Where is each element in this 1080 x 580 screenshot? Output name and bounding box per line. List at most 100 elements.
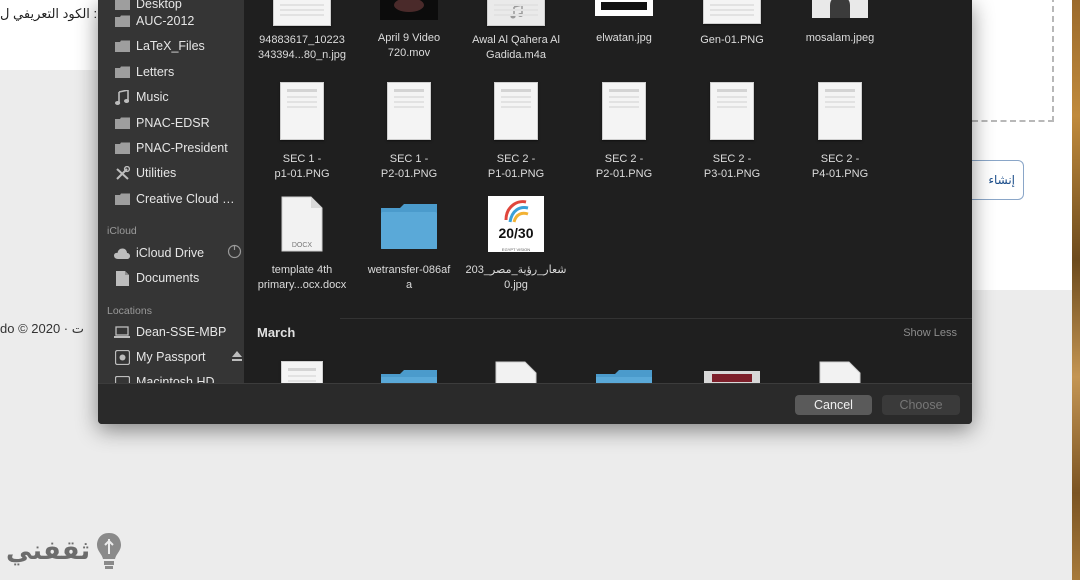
file-item[interactable]: wetransfer-086af a	[355, 196, 463, 293]
docx-badge: DOCX	[291, 242, 313, 249]
folder-icon	[595, 368, 653, 383]
sidebar-item-label: Dean-SSE-MBP	[136, 325, 227, 339]
sidebar-item-label: My Passport	[136, 350, 206, 364]
file-name: template 4th primary...ocx.docx	[257, 264, 347, 291]
file-name: 94883617_10223 343394...80_n.jpg	[257, 34, 347, 61]
sidebar-item-label: Utilities	[136, 166, 177, 180]
sidebar-item-macintosh-hd[interactable]: Macintosh HD	[114, 371, 242, 383]
choose-button[interactable]: Choose	[882, 395, 960, 415]
image-thumbnail	[494, 82, 538, 140]
sidebar-item-my-passport[interactable]: My Passport	[114, 346, 242, 368]
sidebar-item-music[interactable]: Music	[114, 86, 242, 108]
file-item[interactable]: SEC 2 - P3-01.PNG	[678, 82, 786, 182]
sidebar-item-label: Letters	[136, 65, 175, 79]
webpage-footer: do © 2020 · ت	[0, 321, 84, 336]
document-icon	[114, 270, 130, 286]
file-name: wetransfer-086af a	[367, 264, 451, 291]
music-icon	[114, 89, 130, 105]
file-item[interactable]: mosalam.jpeg	[786, 0, 894, 46]
tools-icon	[114, 165, 130, 181]
sidebar-item-label: PNAC-EDSR	[136, 116, 210, 130]
watermark: ثقفني	[6, 530, 124, 572]
file-item[interactable]: SEC 2 - P4-01.PNG	[786, 82, 894, 182]
eject-icon[interactable]	[232, 350, 242, 364]
webpage-create-button[interactable]: إنشاء	[972, 160, 1024, 200]
file-name: SEC 1 - P2-01.PNG	[380, 153, 438, 180]
file-item[interactable]	[248, 361, 356, 383]
sidebar-section-icloud: iCloud	[107, 225, 137, 237]
sidebar-item-pnac-edsr[interactable]: PNAC-EDSR	[114, 112, 242, 134]
file-item[interactable]: April 9 Video 720.mov	[355, 0, 463, 61]
sidebar-item-auc-2012[interactable]: AUC-2012	[114, 10, 242, 32]
file-name: SEC 2 - P2-01.PNG	[595, 153, 653, 180]
sidebar-item-label: Macintosh HD	[136, 375, 215, 383]
sidebar-item-icloud-drive[interactable]: iCloud Drive	[114, 242, 242, 264]
image-thumbnail	[703, 0, 761, 24]
desktop-wallpaper-edge	[1072, 0, 1080, 580]
file-item[interactable]: 20/30 EGYPT VISION شعار_رؤية_مصر_203 0.jp…	[462, 196, 570, 293]
audio-file-icon	[487, 0, 545, 26]
sidebar-item-label: Documents	[136, 271, 200, 285]
section-title-march: March	[257, 325, 296, 340]
vision-2030-logo-thumbnail: 20/30 EGYPT VISION	[488, 196, 544, 252]
file-name: April 9 Video 720.mov	[377, 32, 441, 59]
file-name: SEC 2 - P4-01.PNG	[811, 153, 869, 180]
file-item[interactable]: SEC 2 - P1-01.PNG	[462, 82, 570, 182]
file-name: SEC 2 - P3-01.PNG	[703, 153, 761, 180]
file-item[interactable]: SEC 1 - P2-01.PNG	[355, 82, 463, 182]
sidebar-item-latex-files[interactable]: LaTeX_Files	[114, 35, 242, 57]
section-divider	[340, 318, 972, 319]
laptop-icon	[114, 324, 130, 340]
dialog-button-bar: Cancel Choose	[98, 383, 972, 424]
drive-icon	[114, 374, 130, 383]
file-item[interactable]: Awal Al Qahera Al Gadida.m4a	[462, 0, 570, 63]
file-name: elwatan.jpg	[596, 32, 652, 44]
sidebar-item-creative-cloud[interactable]: Creative Cloud Files	[114, 188, 242, 210]
photo-thumbnail	[812, 0, 868, 18]
sidebar-section-locations: Locations	[107, 305, 152, 317]
sidebar-item-label: AUC-2012	[136, 14, 195, 28]
file-item[interactable]	[355, 368, 463, 383]
file-item[interactable]: Gen-01.PNG	[678, 0, 786, 48]
file-item[interactable]	[570, 368, 678, 383]
file-item[interactable]: 94883617_10223 343394...80_n.jpg	[248, 0, 356, 63]
sidebar-item-utilities[interactable]: Utilities	[114, 162, 242, 184]
document-icon	[819, 361, 861, 383]
file-item[interactable]: DOCX template 4th primary...ocx.docx	[248, 196, 356, 293]
document-icon	[495, 361, 537, 383]
image-thumbnail	[273, 0, 331, 26]
sidebar-item-dean-sse-mbp[interactable]: Dean-SSE-MBP	[114, 321, 242, 343]
lightbulb-icon	[97, 533, 122, 569]
logo-subtitle: EGYPT VISION	[501, 247, 531, 252]
file-browser-grid: 94883617_10223 343394...80_n.jpg April 9 …	[244, 0, 972, 383]
image-thumbnail	[280, 82, 324, 140]
file-name: شعار_رؤية_مصر_203 0.jpg	[465, 264, 567, 291]
file-item[interactable]	[786, 361, 894, 383]
file-name: SEC 1 - p1-01.PNG	[274, 153, 330, 180]
sidebar-item-label: iCloud Drive	[136, 246, 205, 260]
logo-thumbnail	[595, 0, 653, 16]
file-item[interactable]	[462, 361, 570, 383]
image-thumbnail	[387, 82, 431, 140]
file-item[interactable]	[678, 371, 786, 383]
photo-thumbnail	[704, 371, 760, 383]
folder-icon	[114, 38, 130, 54]
file-item[interactable]: elwatan.jpg	[570, 0, 678, 46]
file-name: mosalam.jpeg	[805, 32, 875, 44]
file-item[interactable]: SEC 2 - P2-01.PNG	[570, 82, 678, 182]
sidebar-item-letters[interactable]: Letters	[114, 61, 242, 83]
file-item[interactable]: SEC 1 - p1-01.PNG	[248, 82, 356, 182]
upload-dropzone[interactable]	[972, 0, 1054, 122]
folder-icon	[380, 202, 438, 250]
folder-icon	[380, 368, 438, 383]
image-thumbnail	[818, 82, 862, 140]
sidebar-item-documents[interactable]: Documents	[114, 267, 242, 289]
show-less-link[interactable]: Show Less	[903, 327, 957, 339]
file-name: Gen-01.PNG	[700, 34, 764, 46]
sidebar-item-pnac-president[interactable]: PNAC-President	[114, 137, 242, 159]
cancel-button[interactable]: Cancel	[795, 395, 872, 415]
progress-ring-icon	[227, 244, 242, 262]
image-thumbnail	[602, 82, 646, 140]
folder-icon	[114, 140, 130, 156]
docx-file-icon: DOCX	[281, 196, 323, 252]
